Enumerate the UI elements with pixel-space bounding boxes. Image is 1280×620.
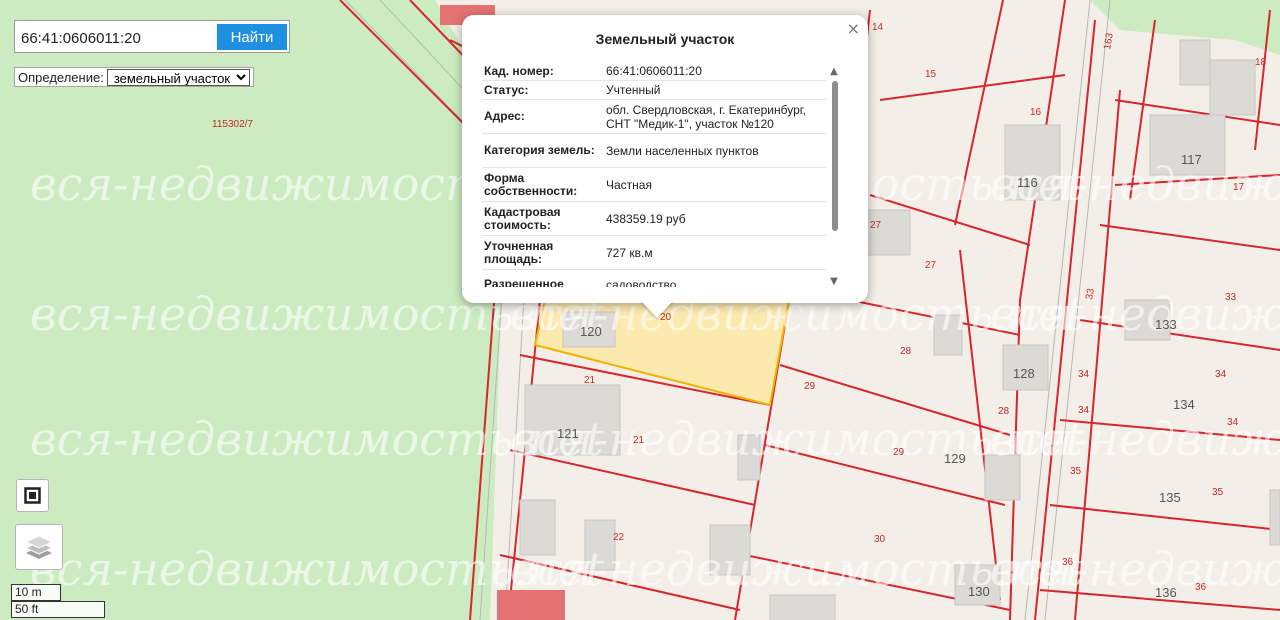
house-number-label: 135	[1159, 490, 1181, 505]
parcel-number-label: 21	[633, 435, 645, 446]
info-row: Разрешенное садоводство	[482, 269, 827, 287]
info-row: Кад. номер: 66:41:0606011:20	[482, 62, 827, 81]
parcel-number-label: 29	[893, 447, 905, 458]
ruler-square-icon	[24, 487, 41, 504]
find-button[interactable]: Найти	[217, 24, 287, 50]
scrollbar-thumb[interactable]	[832, 81, 838, 231]
info-row: Кадастровая стоимость: 438359.19 руб	[482, 201, 827, 236]
info-row: Статус: Учтенный	[482, 80, 827, 100]
cadastral-search-input[interactable]	[19, 25, 219, 52]
parcel-number-label: 15	[925, 69, 937, 80]
parcel-number-label: 29	[804, 381, 816, 392]
parcel-popup: Земельный участок × Кад. номер: 66:41:060…	[462, 15, 868, 303]
parcel-info-table: Кад. номер: 66:41:0606011:20 Статус: Учтенн…	[482, 62, 827, 287]
info-value: садоводство	[600, 269, 827, 287]
info-key: Адрес:	[482, 99, 600, 134]
house-number-label: 133	[1155, 317, 1177, 332]
definition-control: Определение: земельный участок	[14, 67, 254, 87]
scale-imperial: 50 ft	[11, 601, 105, 618]
parcel-number-label: 28	[998, 406, 1010, 417]
watermark-text: вся-недвижимость.net	[990, 287, 1280, 341]
parcel-number-label: 36	[1195, 582, 1207, 593]
parcel-number-label: 36	[1062, 557, 1074, 568]
info-value: 66:41:0606011:20	[600, 62, 827, 81]
info-value: 438359.19 руб	[600, 201, 827, 236]
info-key: Разрешенное	[482, 269, 600, 287]
layers-icon	[24, 535, 54, 559]
info-value: Учтенный	[600, 80, 827, 100]
info-key: Кад. номер:	[482, 62, 600, 81]
house-number-label: 130	[968, 584, 990, 599]
info-row: Уточненная площадь: 727 кв.м	[482, 235, 827, 270]
parcel-number-label: 35	[1212, 487, 1224, 498]
info-key: Категория земель:	[482, 133, 600, 168]
info-value: Земли населенных пунктов	[600, 133, 827, 168]
parcel-number-label: 33	[1225, 292, 1237, 303]
parcel-number-label: 21	[584, 375, 596, 386]
parcel-number-label: 34	[1078, 405, 1090, 416]
house-number-label: 134	[1173, 397, 1195, 412]
house-number-label: 120	[580, 324, 602, 339]
parcel-number-label: 27	[925, 260, 937, 271]
close-icon[interactable]: ×	[847, 19, 860, 38]
house-number-label: 121	[557, 426, 579, 441]
parcel-number-label: 14	[872, 22, 884, 33]
search-box: Найти	[14, 20, 290, 53]
parcel-number-label: 18	[1255, 57, 1267, 68]
definition-label: Определение:	[18, 69, 104, 85]
parcel-number-label: 27	[870, 220, 882, 231]
measure-tool-button[interactable]	[16, 479, 49, 512]
scale-metric: 10 m	[11, 584, 61, 601]
parcel-number-label: 34	[1227, 417, 1239, 428]
info-row: Форма собственности: Частная	[482, 167, 827, 202]
scroll-up-arrow-icon[interactable]: ▲	[828, 67, 840, 77]
popup-pointer	[640, 300, 674, 318]
parcel-number-label: 35	[1070, 466, 1082, 477]
house-number-label: 117	[1181, 152, 1202, 167]
info-key: Уточненная площадь:	[482, 235, 600, 270]
parcel-number-label: 34	[1078, 369, 1090, 380]
parcel-code-label: 115302/7	[212, 119, 253, 130]
parcel-number-label: 17	[1233, 182, 1245, 193]
house-number-label: 129	[944, 451, 966, 466]
info-value: обл. Свердловская, г. Екатеринбург, СНТ …	[600, 99, 827, 134]
definition-select[interactable]: земельный участок	[106, 68, 250, 86]
info-value: Частная	[600, 167, 827, 202]
parcel-number-label: 34	[1215, 369, 1227, 380]
info-key: Кадастровая стоимость:	[482, 201, 600, 236]
info-row: Адрес: обл. Свердловская, г. Екатеринбург…	[482, 99, 827, 134]
info-key: Форма собственности:	[482, 167, 600, 202]
scroll-down-arrow-icon[interactable]: ▼	[828, 277, 840, 287]
parcel-number-label: 28	[900, 346, 912, 357]
parcel-number-label: 16	[1030, 107, 1042, 118]
popup-title: Земельный участок	[595, 31, 735, 47]
info-key: Статус:	[482, 80, 600, 100]
parcel-number-label: 30	[874, 534, 886, 545]
house-number-label: 136	[1155, 585, 1177, 600]
parcel-number-label: 22	[613, 532, 625, 543]
watermark-text: вся-недвижимость.net	[990, 542, 1280, 596]
info-value: 727 кв.м	[600, 235, 827, 270]
house-number-label: 128	[1013, 366, 1035, 381]
house-number-label: 116	[1017, 175, 1038, 190]
popup-info-scroll[interactable]: Кад. номер: 66:41:0606011:20 Статус: Учтенн…	[482, 62, 827, 287]
info-row: Категория земель: Земли населенных пункто…	[482, 133, 827, 168]
layers-button[interactable]	[15, 524, 63, 570]
